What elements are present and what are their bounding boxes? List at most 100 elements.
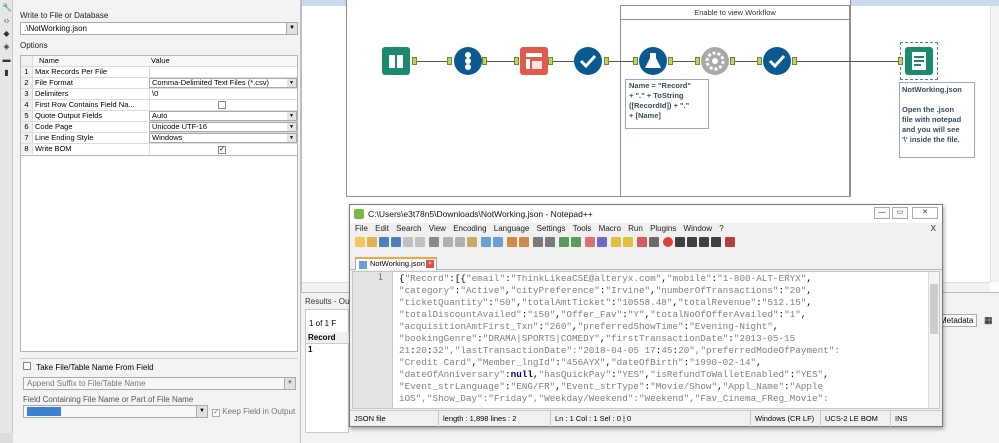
write-bom-checkbox[interactable]: ✓	[218, 146, 226, 154]
input-anchor[interactable]	[898, 57, 903, 65]
metadata-button[interactable]: Metadata	[937, 314, 977, 327]
append-suffix-dropdown[interactable]: Append Suffix to File/Table Name ▼	[23, 377, 296, 390]
close-tab-icon[interactable]: ×	[426, 260, 434, 268]
output-anchor[interactable]	[548, 57, 553, 65]
record-macro-icon[interactable]	[663, 237, 673, 247]
grid-row-max-records[interactable]: 1 Max Records Per File	[21, 67, 297, 78]
spell-check-icon[interactable]	[725, 237, 735, 247]
input-anchor[interactable]	[633, 57, 638, 65]
output-anchor[interactable]	[604, 57, 609, 65]
input-anchor[interactable]	[757, 57, 762, 65]
table-icon[interactable]: ▦	[984, 315, 993, 326]
grid-row-first-row-field-names[interactable]: 4 First Row Contains Field Na...	[21, 100, 297, 111]
menu-encoding[interactable]: Encoding	[453, 223, 486, 235]
close-button[interactable]: ✕	[912, 207, 938, 219]
database-icon[interactable]: ▮	[2, 68, 11, 77]
quote-output-dropdown[interactable]: Auto ▼	[149, 111, 297, 121]
udl-icon[interactable]	[623, 237, 633, 247]
all-chars-icon[interactable]	[585, 237, 595, 247]
book-icon[interactable]: ▬	[2, 55, 11, 64]
chevron-down-icon[interactable]: ▼	[284, 378, 295, 389]
output-data-tool[interactable]	[905, 47, 933, 75]
stop-macro-icon[interactable]	[675, 237, 685, 247]
grid-row-write-bom[interactable]: 8 Write BOM ✓	[21, 144, 297, 155]
wrench-icon[interactable]: 🔧	[2, 3, 12, 12]
menu-plugins[interactable]: Plugins	[650, 223, 676, 235]
menu-tools[interactable]: Tools	[573, 223, 592, 235]
paste-icon[interactable]	[467, 237, 477, 247]
chevron-down-icon[interactable]: ▼	[287, 123, 296, 131]
menu-run[interactable]: Run	[628, 223, 643, 235]
play-macro-icon[interactable]	[687, 237, 697, 247]
grid-row-file-format[interactable]: 2 File Format Comma-Delimited Text Files…	[21, 78, 297, 89]
canvas-vertical-scrollbar[interactable]	[990, 6, 999, 282]
undo-icon[interactable]	[481, 237, 491, 247]
print-icon[interactable]	[429, 237, 439, 247]
save-all-icon[interactable]	[391, 237, 401, 247]
column-header-record[interactable]: Record	[306, 332, 350, 344]
row-value[interactable]	[149, 67, 297, 77]
menu-search[interactable]: Search	[396, 223, 421, 235]
zoom-out-icon[interactable]	[545, 237, 555, 247]
grid-row-line-ending[interactable]: 7 Line Ending Style Windows ▼	[21, 133, 297, 144]
code-icon[interactable]: ‹›	[2, 16, 11, 25]
copy-icon[interactable]	[455, 237, 465, 247]
output-anchor[interactable]	[668, 57, 673, 65]
sync-scroll-icon[interactable]	[559, 237, 569, 247]
record-id-tool[interactable]	[454, 47, 482, 75]
code-page-dropdown[interactable]: Unicode UTF-16 ▼	[149, 122, 297, 132]
tab-notworking-json[interactable]: NotWorking.json ×	[355, 257, 437, 270]
output-anchor[interactable]	[482, 57, 487, 65]
json-build-tool[interactable]	[701, 47, 729, 75]
minimize-button[interactable]: —	[874, 207, 890, 219]
code-content[interactable]: {"Record":[{"email":"ThinkLikeaCSE@alter…	[399, 273, 929, 405]
save-macro-icon[interactable]	[711, 237, 721, 247]
cut-icon[interactable]	[443, 237, 453, 247]
sync-horizontal-icon[interactable]	[571, 237, 581, 247]
output-anchor[interactable]	[792, 57, 797, 65]
indent-guide-icon[interactable]	[597, 237, 607, 247]
output-anchor[interactable]	[412, 57, 417, 65]
menu-window[interactable]: Window	[684, 223, 712, 235]
redo-icon[interactable]	[493, 237, 503, 247]
new-file-icon[interactable]	[355, 237, 365, 247]
grid-row-code-page[interactable]: 6 Code Page Unicode UTF-16 ▼	[21, 122, 297, 133]
tag-icon[interactable]: ◈	[2, 42, 11, 51]
editor-vertical-scrollbar[interactable]	[928, 272, 939, 408]
find-icon[interactable]	[507, 237, 517, 247]
first-row-checkbox[interactable]	[218, 101, 226, 109]
chevron-down-icon[interactable]: ▼	[287, 79, 296, 87]
input-anchor[interactable]	[695, 57, 700, 65]
notepad-window[interactable]: C:\Users\e3t78n5\Downloads\NotWorking.js…	[349, 204, 943, 427]
close-all-icon[interactable]	[415, 237, 425, 247]
input-anchor[interactable]	[447, 57, 452, 65]
open-file-icon[interactable]	[367, 237, 377, 247]
keep-field-checkbox[interactable]: ✓ Keep Field in Output	[212, 407, 295, 417]
arrow-icon[interactable]: ◆	[2, 29, 11, 38]
grid-row-quote-output[interactable]: 5 Quote Output Fields Auto ▼	[21, 111, 297, 122]
save-icon[interactable]	[379, 237, 389, 247]
zoom-in-icon[interactable]	[533, 237, 543, 247]
keep-field-checkbox-box[interactable]: ✓	[212, 409, 220, 417]
file-format-dropdown[interactable]: Comma-Delimited Text Files (*.csv) ▼	[149, 78, 297, 88]
line-ending-dropdown[interactable]: Windows ▼	[149, 133, 297, 143]
close-file-icon[interactable]	[403, 237, 413, 247]
take-file-checkbox-box[interactable]	[23, 362, 31, 370]
chevron-down-icon[interactable]: ▼	[287, 134, 296, 142]
select-tool-1[interactable]	[574, 47, 602, 75]
field-select[interactable]: ▼	[23, 405, 208, 418]
row-value[interactable]: \0	[149, 89, 297, 99]
run-macro-multiple-icon[interactable]	[699, 237, 709, 247]
scrollbar-thumb[interactable]	[930, 284, 938, 334]
text-input-tool[interactable]	[382, 47, 410, 75]
notepad-editor[interactable]: 1 {"Record":[{"email":"ThinkLikeaCSE@alt…	[352, 271, 940, 409]
chevron-down-icon[interactable]: ▼	[286, 23, 297, 34]
maximize-button[interactable]: ▭	[892, 207, 908, 219]
output-file-field[interactable]: .\NotWorking.json ▼	[20, 22, 298, 35]
take-file-checkbox[interactable]: Take File/Table Name From Field	[23, 362, 154, 372]
input-anchor[interactable]	[514, 57, 519, 65]
menu-close-doc[interactable]: X	[931, 223, 936, 235]
formula-tool[interactable]	[639, 47, 667, 75]
menu-help[interactable]: ?	[719, 223, 723, 235]
menu-file[interactable]: File	[355, 223, 368, 235]
